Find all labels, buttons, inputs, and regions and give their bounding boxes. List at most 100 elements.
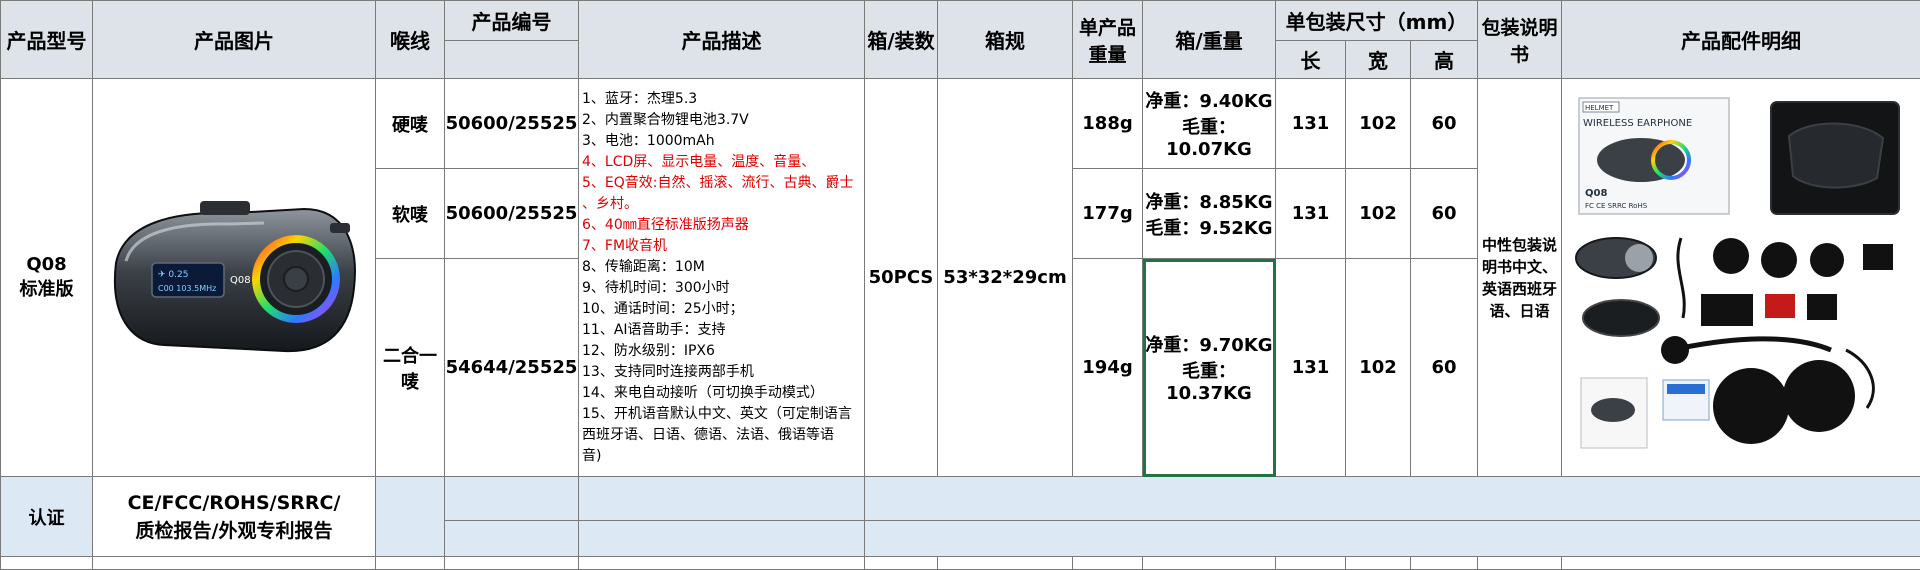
height-1[interactable]: 60 <box>1411 79 1478 169</box>
next-row-cell[interactable] <box>376 557 445 570</box>
description-cell[interactable]: 1、蓝牙：杰理5.32、内置聚合物锂电池3.7V3、电池：1000mAh4、LC… <box>579 79 865 477</box>
box-brand: HELMET <box>1585 104 1614 112</box>
header-code-sub[interactable] <box>445 41 579 79</box>
product-code-3[interactable]: 54644/25525 <box>445 259 579 477</box>
certification-value[interactable]: CE/FCC/ROHS/SRRC/ 质检报告/外观专利报告 <box>93 477 376 557</box>
next-row-cell[interactable] <box>1478 557 1562 570</box>
screen-line-1: ✈ 0.25 <box>158 270 188 280</box>
certification-label[interactable]: 认证 <box>1 477 93 557</box>
description-line: 2、内置聚合物锂电池3.7V <box>582 110 864 131</box>
speaker-type-3[interactable]: 二合一唛 <box>376 259 445 477</box>
next-row-cell[interactable] <box>1276 557 1346 570</box>
header-length[interactable]: 长 <box>1276 41 1346 79</box>
next-row-cell[interactable] <box>938 557 1073 570</box>
header-width[interactable]: 宽 <box>1346 41 1411 79</box>
certification-line-2: 质检报告/外观专利报告 <box>93 517 375 545</box>
speaker-type-1[interactable]: 硬唛 <box>376 79 445 169</box>
description-line: 、乡村。 <box>582 194 864 215</box>
cert-empty-rest-2[interactable] <box>865 521 1920 557</box>
gross-weight-3: 毛重：10.37KG <box>1143 357 1275 404</box>
unit-weight-2[interactable]: 177g <box>1073 169 1143 259</box>
length-1[interactable]: 131 <box>1276 79 1346 169</box>
unit-weight-3[interactable]: 194g <box>1073 259 1143 477</box>
device-brand: Q08 <box>230 275 251 286</box>
carton-weight-1[interactable]: 净重：9.40KG 毛重：10.07KG <box>1143 79 1276 169</box>
next-row-cell[interactable] <box>1143 557 1276 570</box>
header-carton[interactable]: 箱规 <box>938 1 1073 79</box>
length-3[interactable]: 131 <box>1276 259 1346 477</box>
header-manual[interactable]: 包装说明书 <box>1478 1 1562 79</box>
speaker-type-2[interactable]: 软唛 <box>376 169 445 259</box>
description-line: 西班牙语、日语、德语、法语、俄语等语 <box>582 425 864 446</box>
width-2[interactable]: 102 <box>1346 169 1411 259</box>
width-3[interactable]: 102 <box>1346 259 1411 477</box>
spreadsheet: 产品型号 产品图片 喉线 产品编号 产品描述 箱/装数 箱规 单产品重量 箱/重… <box>0 0 1920 565</box>
header-accessories[interactable]: 产品配件明细 <box>1562 1 1920 79</box>
box-model: Q08 <box>1585 188 1607 199</box>
next-row-cell[interactable] <box>445 557 579 570</box>
cert-empty-desc-1[interactable] <box>579 477 865 521</box>
product-table: 产品型号 产品图片 喉线 产品编号 产品描述 箱/装数 箱规 单产品重量 箱/重… <box>0 0 1920 570</box>
product-code-2[interactable]: 50600/25525 <box>445 169 579 259</box>
next-row-cell[interactable] <box>579 557 865 570</box>
next-row-cell[interactable] <box>1 557 93 570</box>
product-image-cell[interactable]: ✈ 0.25 C00 103.5MHz Q08 <box>93 79 376 477</box>
header-code[interactable]: 产品编号 <box>445 1 579 41</box>
description-line: 11、AI语音助手：支持 <box>582 320 864 341</box>
description-line: 9、待机时间：300小时 <box>582 278 864 299</box>
next-row-cell[interactable] <box>1346 557 1411 570</box>
header-description[interactable]: 产品描述 <box>579 1 865 79</box>
foam-pad <box>1713 238 1749 274</box>
header-pack-size[interactable]: 单包装尺寸（mm） <box>1276 1 1478 41</box>
manual-cell[interactable]: 中性包装说明书中文、英语西班牙语、日语 <box>1478 79 1562 477</box>
header-pack-qty[interactable]: 箱/装数 <box>865 1 938 79</box>
velcro-pad <box>1701 294 1753 326</box>
speaker-left <box>1713 368 1789 444</box>
accessories-image-cell[interactable]: HELMET WIRELESS EARPHONE Q08 FC CE SRRC … <box>1562 79 1920 477</box>
header-model[interactable]: 产品型号 <box>1 1 93 79</box>
next-row-cell[interactable] <box>93 557 376 570</box>
next-row-cell[interactable] <box>865 557 938 570</box>
header-image[interactable]: 产品图片 <box>93 1 376 79</box>
helmet-mount <box>1583 300 1659 336</box>
height-2[interactable]: 60 <box>1411 169 1478 259</box>
next-row-cell[interactable] <box>1411 557 1478 570</box>
net-weight-3: 净重：9.70KG <box>1143 331 1275 357</box>
length-2[interactable]: 131 <box>1276 169 1346 259</box>
description-line: 音) <box>582 446 864 467</box>
box-title: WIRELESS EARPHONE <box>1583 118 1692 129</box>
carton-size[interactable]: 53*32*29cm <box>938 79 1073 477</box>
height-3[interactable]: 60 <box>1411 259 1478 477</box>
next-row-cell[interactable] <box>1562 557 1920 570</box>
gross-weight-1: 毛重：10.07KG <box>1143 113 1275 160</box>
description-line: 8、传输距离：10M <box>582 257 864 278</box>
header-height[interactable]: 高 <box>1411 41 1478 79</box>
header-speaker[interactable]: 喉线 <box>376 1 445 79</box>
cert-empty-code-1[interactable] <box>445 477 579 521</box>
header-unit-weight[interactable]: 单产品重量 <box>1073 1 1143 79</box>
unit-weight-1[interactable]: 188g <box>1073 79 1143 169</box>
red-clip <box>1765 294 1795 318</box>
product-code-1[interactable]: 50600/25525 <box>445 79 579 169</box>
cert-empty-code-2[interactable] <box>445 521 579 557</box>
cert-empty-speaker[interactable] <box>376 477 445 557</box>
net-weight-2: 净重：8.85KG <box>1143 188 1275 214</box>
description-line: 1、蓝牙：杰理5.3 <box>582 89 864 110</box>
usb-cable <box>1678 238 1684 318</box>
carton-weight-3[interactable]: 净重：9.70KG 毛重：10.37KG <box>1143 259 1276 477</box>
accessories-image: HELMET WIRELESS EARPHONE Q08 FC CE SRRC … <box>1571 88 1911 468</box>
description-list: 1、蓝牙：杰理5.32、内置聚合物锂电池3.7V3、电池：1000mAh4、LC… <box>582 89 864 467</box>
carton-weight-2[interactable]: 净重：8.85KG 毛重：9.52KG <box>1143 169 1276 259</box>
cert-empty-desc-2[interactable] <box>579 521 865 557</box>
width-1[interactable]: 102 <box>1346 79 1411 169</box>
pack-qty[interactable]: 50PCS <box>865 79 938 477</box>
boom-mic <box>1681 338 1831 349</box>
headset-image: ✈ 0.25 C00 103.5MHz Q08 <box>104 193 364 363</box>
header-carton-weight[interactable]: 箱/重量 <box>1143 1 1276 79</box>
next-row-cell[interactable] <box>1073 557 1143 570</box>
description-line: 3、电池：1000mAh <box>582 131 864 152</box>
description-line: 15、开机语音默认中文、英文（可定制语言 <box>582 404 864 425</box>
model-cell[interactable]: Q08 标准版 <box>1 79 93 477</box>
description-line: 4、LCD屏、显示电量、温度、音量、 <box>582 152 864 173</box>
cert-empty-rest-1[interactable] <box>865 477 1920 521</box>
